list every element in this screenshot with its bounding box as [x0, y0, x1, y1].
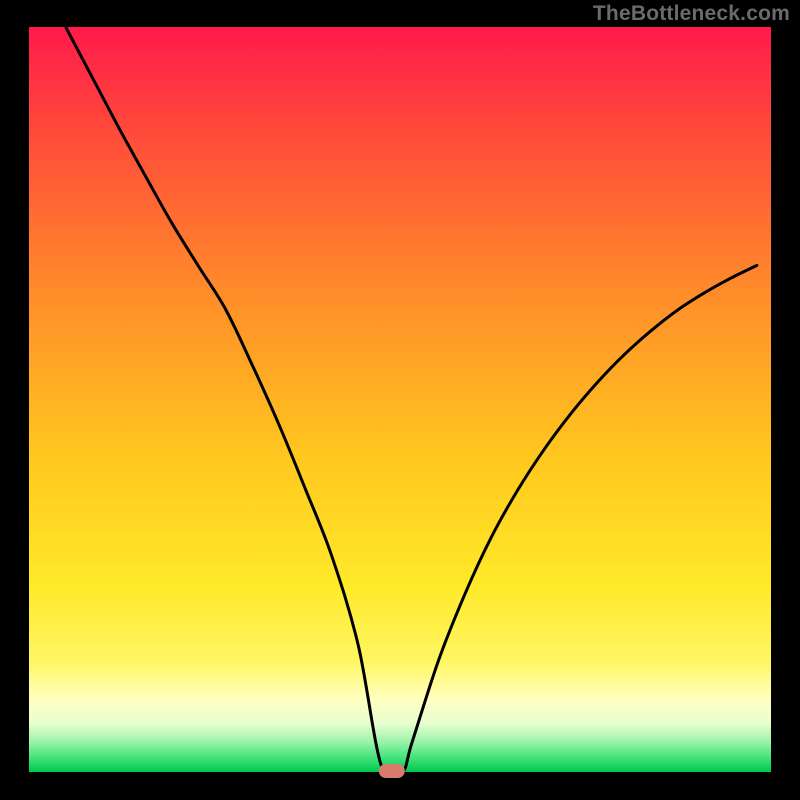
bottleneck-chart [0, 0, 800, 800]
minimum-marker [379, 764, 405, 778]
chart-container: { "watermark": "TheBottleneck.com", "col… [0, 0, 800, 800]
heatmap-background [29, 27, 771, 772]
